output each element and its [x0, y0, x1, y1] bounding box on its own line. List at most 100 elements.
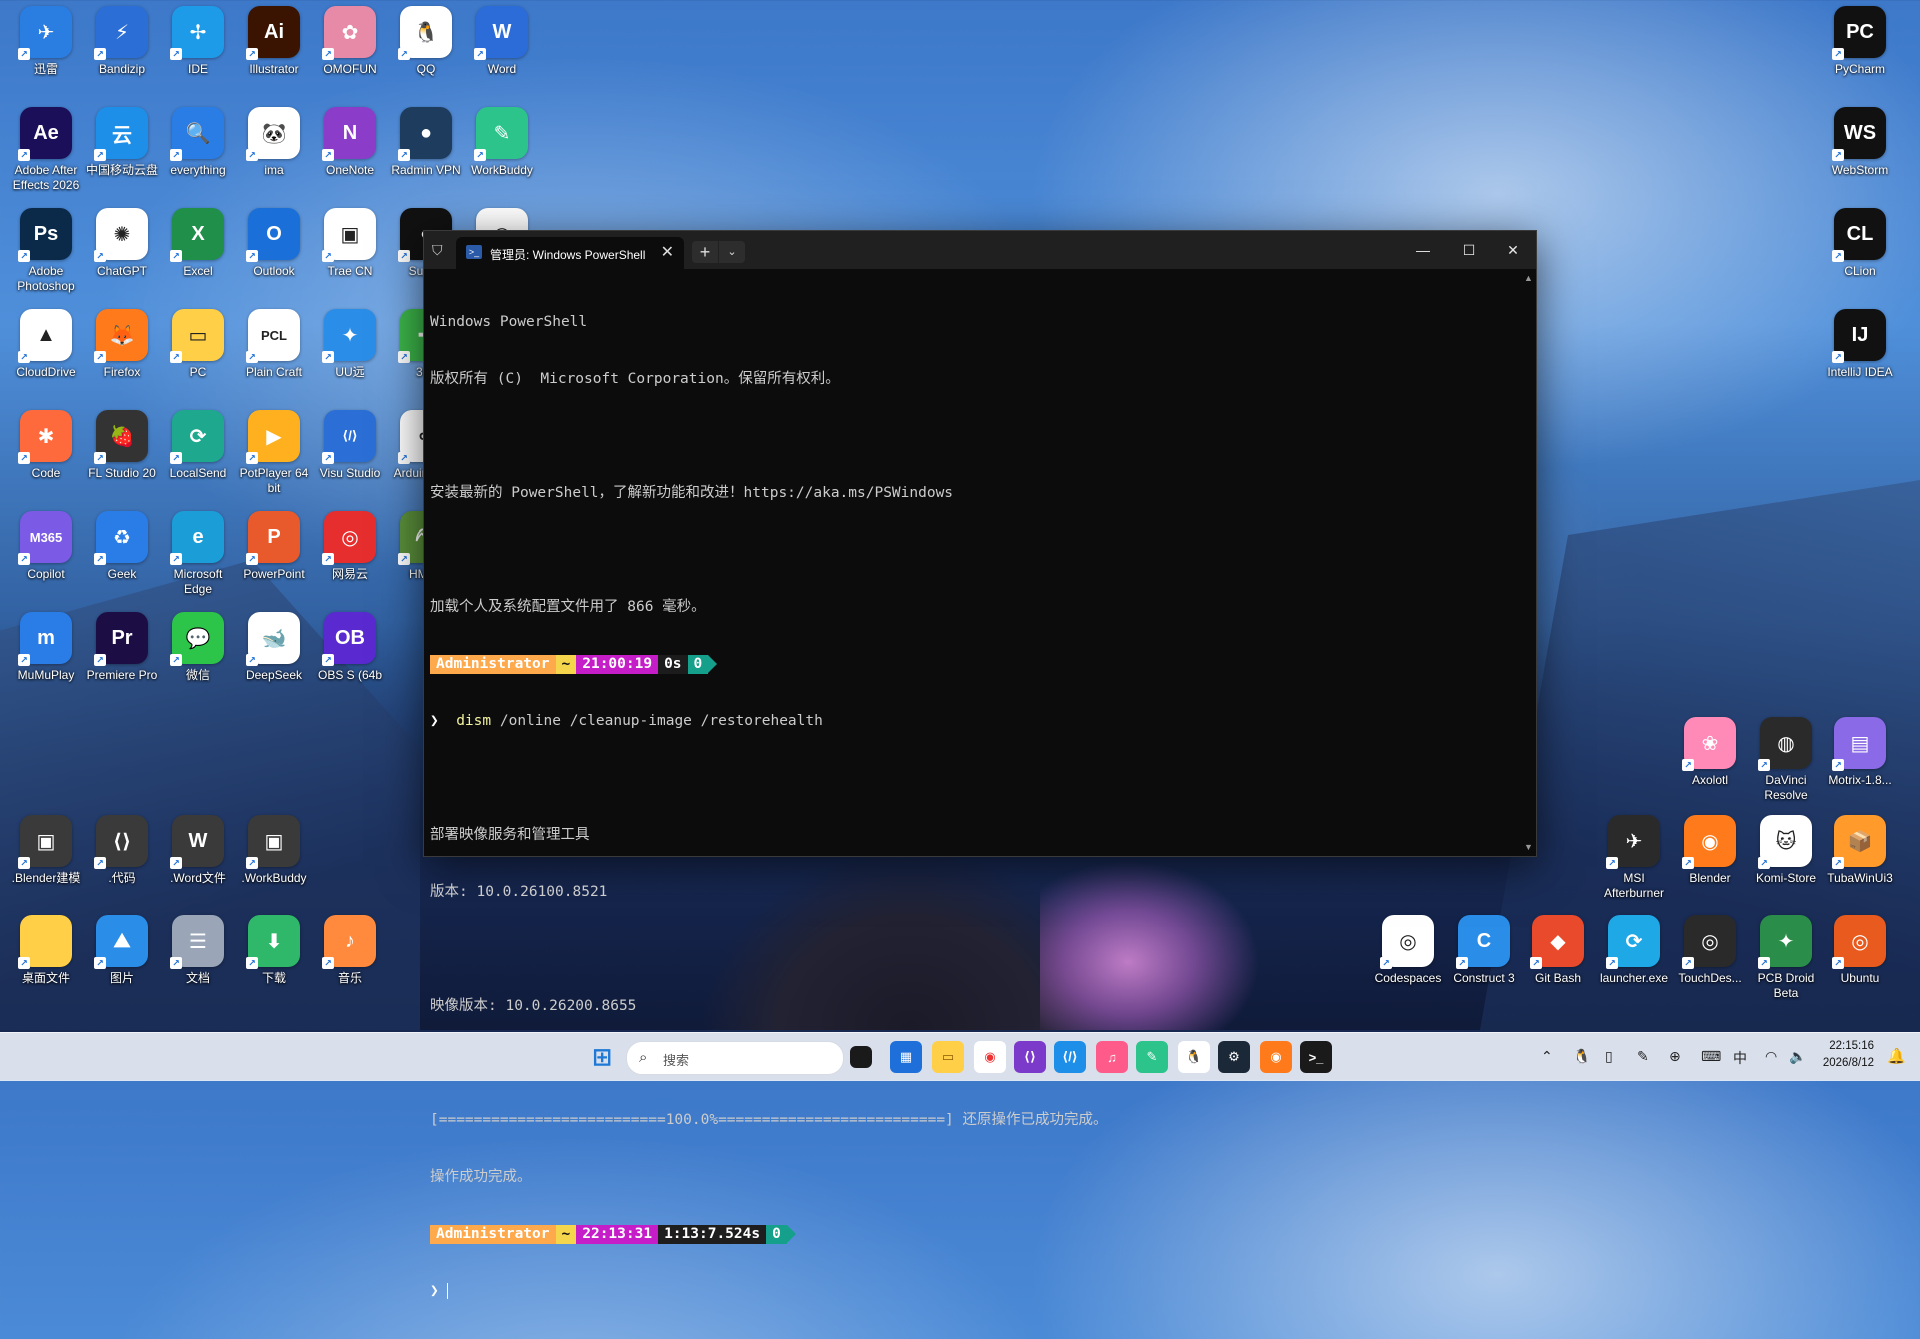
desktop-icon[interactable]: 🦊 ↗ Firefox: [84, 309, 160, 380]
desktop-icon[interactable]: ⟳ ↗ LocalSend: [160, 410, 236, 481]
desktop-icon[interactable]: 🍓 ↗ FL Studio 20: [84, 410, 160, 481]
maximize-button[interactable]: ☐: [1446, 231, 1492, 269]
desktop-icon[interactable]: ▶ ↗ PotPlayer 64 bit: [236, 410, 312, 496]
close-button[interactable]: ✕: [1490, 231, 1536, 269]
keyboard-icon[interactable]: ⌨: [1701, 1048, 1721, 1065]
desktop-icon[interactable]: ◆ ↗ Git Bash: [1520, 915, 1596, 986]
desktop-icon[interactable]: ♪ ↗ 音乐: [312, 915, 388, 986]
desktop-icon[interactable]: ◍ ↗ DaVinci Resolve: [1748, 717, 1824, 803]
tab-dropdown-button[interactable]: ⌄: [719, 241, 745, 263]
desktop-icon[interactable]: ✦ ↗ PCB Droid Beta: [1748, 915, 1824, 1001]
scroll-up-icon[interactable]: ▲: [1524, 273, 1533, 283]
desktop-icon[interactable]: 🐋 ↗ DeepSeek: [236, 612, 312, 683]
qq-icon[interactable]: 🐧: [1178, 1041, 1210, 1073]
desktop-icon[interactable]: W ↗ .Word文件: [160, 815, 236, 886]
desktop-icon[interactable]: X ↗ Excel: [160, 208, 236, 279]
desktop-icon[interactable]: ✈ ↗ MSI Afterburner: [1596, 815, 1672, 901]
wifi-icon[interactable]: ◠: [1765, 1048, 1777, 1065]
desktop-icon[interactable]: ▣ ↗ .WorkBuddy: [236, 815, 312, 886]
desktop-icon[interactable]: P ↗ PowerPoint: [236, 511, 312, 582]
clock-date[interactable]: 2026/8/12: [1823, 1057, 1874, 1069]
desktop-icon[interactable]: 云 ↗ 中国移动云盘: [84, 107, 160, 178]
terminal-tab[interactable]: >_ 管理员: Windows PowerShell ✕: [456, 237, 684, 269]
desktop-icon[interactable]: ◎ ↗ Ubuntu: [1822, 915, 1898, 986]
desktop-icon[interactable]: ✿ ↗ OMOFUN: [312, 6, 388, 77]
desktop-icon[interactable]: ◎ ↗ 网易云: [312, 511, 388, 582]
desktop-icon[interactable]: ⚡ ↗ Bandizip: [84, 6, 160, 77]
desktop-icon[interactable]: m ↗ MuMuPlay: [8, 612, 84, 683]
music-app-icon[interactable]: ♫: [1096, 1041, 1128, 1073]
steam-icon[interactable]: ⚙: [1218, 1041, 1250, 1073]
desktop-icon[interactable]: ⟳ ↗ launcher.exe: [1596, 915, 1672, 986]
input-line[interactable]: ❯: [430, 1282, 1518, 1301]
desktop-icon[interactable]: ✢ ↗ IDE: [160, 6, 236, 77]
file-explorer-icon[interactable]: ▭: [932, 1041, 964, 1073]
desktop-icon[interactable]: ⟨/⟩ ↗ Visu Studio: [312, 410, 388, 481]
desktop-icon[interactable]: ❀ ↗ Axolotl: [1672, 717, 1748, 788]
new-tab-button[interactable]: +: [692, 241, 718, 263]
scroll-down-icon[interactable]: ▼: [1524, 842, 1533, 852]
terminal-window[interactable]: ⛉ >_ 管理员: Windows PowerShell ✕ + ⌄ — ☐ ✕…: [423, 230, 1537, 1299]
desktop-icon[interactable]: Ai ↗ Illustrator: [236, 6, 312, 77]
desktop-icon[interactable]: 💬 ↗ 微信: [160, 612, 236, 683]
desktop-icon[interactable]: M365 ↗ Copilot: [8, 511, 84, 582]
desktop-icon[interactable]: O ↗ Outlook: [236, 208, 312, 279]
start-icon[interactable]: ⊞: [586, 1041, 618, 1073]
desktop-icon[interactable]: ✎ ↗ WorkBuddy: [464, 107, 540, 178]
widgets-icon[interactable]: ▦: [890, 1041, 922, 1073]
desktop-icon[interactable]: ↗ 桌面文件: [8, 915, 84, 986]
minimize-button[interactable]: —: [1400, 231, 1446, 269]
desktop-icon[interactable]: OB ↗ OBS S (64b: [312, 612, 388, 683]
desktop-icon[interactable]: ▲ ↗ CloudDrive: [8, 309, 84, 380]
desktop-icon[interactable]: 🔍 ↗ everything: [160, 107, 236, 178]
usb-icon[interactable]: ▯: [1605, 1048, 1613, 1065]
pen-icon[interactable]: ✎: [1637, 1048, 1649, 1065]
desktop-icon[interactable]: ◎ ↗ TouchDes...: [1672, 915, 1748, 986]
desktop-icon[interactable]: ✺ ↗ ChatGPT: [84, 208, 160, 279]
chrome-icon[interactable]: ◉: [974, 1041, 1006, 1073]
qq-tray-icon[interactable]: 🐧: [1573, 1048, 1590, 1065]
desktop-icon[interactable]: ◉ ↗ Blender: [1672, 815, 1748, 886]
desktop-icon[interactable]: ▣ ↗ .Blender建模: [8, 815, 84, 886]
desktop-icon[interactable]: Pr ↗ Premiere Pro: [84, 612, 160, 683]
terminal-scrollbar[interactable]: ▲ ▼: [1522, 273, 1534, 852]
search-box[interactable]: ⌕ 搜索: [626, 1041, 844, 1075]
notification-bell-icon[interactable]: 🔔: [1887, 1047, 1906, 1065]
workbuddy-icon[interactable]: ✎: [1136, 1041, 1168, 1073]
desktop-icon[interactable]: WS ↗ WebStorm: [1822, 107, 1898, 178]
desktop-icon[interactable]: ✈ ↗ 迅雷: [8, 6, 84, 77]
desktop-icon[interactable]: CL ↗ CLion: [1822, 208, 1898, 279]
desktop-icon[interactable]: ⬇ ↗ 下载: [236, 915, 312, 986]
desktop-icon[interactable]: ▣ ↗ Trae CN: [312, 208, 388, 279]
network-globe-icon[interactable]: ⊕: [1669, 1048, 1681, 1065]
tab-close-icon[interactable]: ✕: [661, 242, 674, 262]
ime-indicator[interactable]: 中: [1733, 1048, 1747, 1068]
desktop-icon[interactable]: 📦 ↗ TubaWinUi3: [1822, 815, 1898, 886]
desktop-icon[interactable]: W ↗ Word: [464, 6, 540, 77]
desktop-icon[interactable]: ♻ ↗ Geek: [84, 511, 160, 582]
task-view-icon[interactable]: [850, 1046, 872, 1068]
desktop-icon[interactable]: ⟨⟩ ↗ .代码: [84, 815, 160, 886]
blender-icon[interactable]: ◉: [1260, 1041, 1292, 1073]
tray-overflow-icon[interactable]: ⌃: [1541, 1048, 1553, 1065]
desktop-icon[interactable]: ☰ ↗ 文档: [160, 915, 236, 986]
desktop-icon[interactable]: ▤ ↗ Motrix-1.8...: [1822, 717, 1898, 788]
desktop-icon[interactable]: IJ ↗ IntelliJ IDEA: [1822, 309, 1898, 380]
vscode-icon[interactable]: ⟨/⟩: [1054, 1041, 1086, 1073]
desktop-icon[interactable]: 🐧 ↗ QQ: [388, 6, 464, 77]
desktop-icon[interactable]: 🐱 ↗ Komi-Store: [1748, 815, 1824, 886]
desktop-icon[interactable]: e ↗ Microsoft Edge: [160, 511, 236, 597]
desktop-icon[interactable]: PC ↗ PyCharm: [1822, 6, 1898, 77]
terminal-output[interactable]: Windows PowerShell 版权所有 (C) Microsoft Co…: [430, 275, 1518, 1299]
desktop-icon[interactable]: ▭ ↗ PC: [160, 309, 236, 380]
desktop-icon[interactable]: Ae ↗ Adobe After Effects 2026: [8, 107, 84, 193]
desktop-icon[interactable]: Ps ↗ Adobe Photoshop: [8, 208, 84, 294]
desktop-icon[interactable]: PCL ↗ Plain Craft: [236, 309, 312, 380]
desktop-icon[interactable]: ⛰ ↗ 图片: [84, 915, 160, 986]
visual-studio-icon[interactable]: ⟨⟩: [1014, 1041, 1046, 1073]
desktop-icon[interactable]: 🐼 ↗ ima: [236, 107, 312, 178]
volume-icon[interactable]: 🔈: [1789, 1048, 1806, 1065]
desktop-icon[interactable]: ✱ ↗ Code: [8, 410, 84, 481]
terminal-taskbar-icon[interactable]: >_: [1300, 1041, 1332, 1073]
desktop-icon[interactable]: ● ↗ Radmin VPN: [388, 107, 464, 178]
